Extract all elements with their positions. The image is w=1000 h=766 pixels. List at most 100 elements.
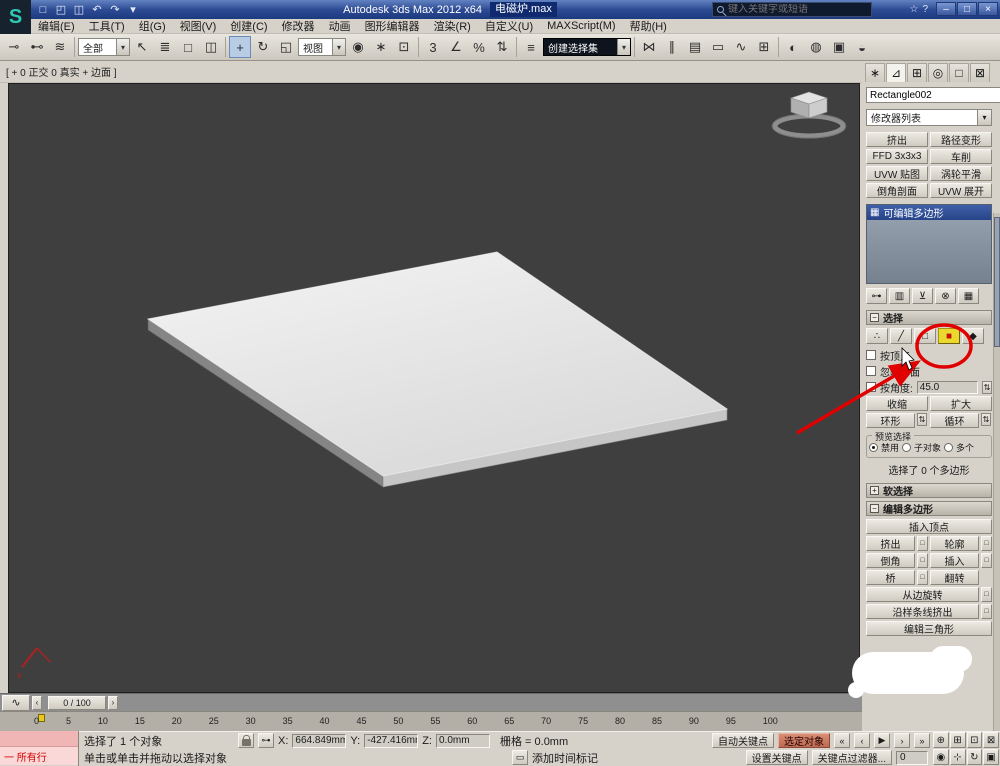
schematic-view-icon[interactable]: ⊞ [753, 36, 775, 58]
selection-region-icon[interactable]: □ [177, 36, 199, 58]
use-pivot-center-icon[interactable]: ◉ [347, 36, 369, 58]
shrink-button[interactable]: 收缩 [866, 396, 928, 411]
close-button[interactable]: × [978, 2, 998, 16]
rollout-edit-polygons-header[interactable]: − 编辑多边形 [866, 501, 992, 516]
previous-frame-icon[interactable]: ‹ [854, 733, 870, 748]
make-unique-icon[interactable]: ⊻ [912, 288, 933, 304]
tab-utilities-icon[interactable]: ⊠ [970, 63, 990, 82]
field-of-view-icon[interactable]: ◉ [933, 749, 949, 765]
by-angle-checkbox[interactable]: 按角度: 45.0 ⇅ [866, 380, 992, 394]
stack-item-editable-poly[interactable]: ▦ 可编辑多边形 [867, 205, 991, 220]
track-bar[interactable]: 0510152025303540455055606570758085909510… [0, 711, 862, 731]
render-setup-icon[interactable]: ◍ [805, 36, 827, 58]
set-key-button[interactable]: 设置关键点 [746, 750, 808, 765]
material-editor-icon[interactable]: ◐ [782, 36, 804, 58]
by-vertex-checkbox[interactable]: 按顶点 [866, 348, 992, 362]
minimize-button[interactable]: – [936, 2, 956, 16]
previous-frame-arrow-icon[interactable]: ‹ [32, 696, 42, 710]
modifier-list-dropdown[interactable]: 修改器列表 ▾ [866, 109, 992, 126]
maximize-viewport-icon[interactable]: ▣ [983, 749, 999, 765]
menu-item[interactable]: 动画 [322, 18, 358, 34]
modifier-set-button[interactable]: 路径变形 [930, 132, 992, 147]
command-panel-scrollbar[interactable] [993, 213, 1000, 731]
maximize-button[interactable]: □ [957, 2, 977, 16]
help-icon[interactable]: ? [922, 4, 928, 15]
hinge-from-edge-button[interactable]: 从边旋转 [866, 587, 979, 602]
y-coordinate-field[interactable]: -427.416mm [364, 734, 418, 748]
menu-item[interactable]: 图形编辑器 [358, 18, 427, 34]
zoom-icon[interactable]: ⊕ [933, 732, 949, 748]
viewport-label[interactable]: [ + 0 正交 0 真实 + 边面 ] [6, 64, 117, 79]
menu-item[interactable]: 组(G) [132, 18, 173, 34]
tab-create-icon[interactable]: ∗ [865, 63, 885, 82]
reference-coordinate-dropdown[interactable]: 视图 ▾ [298, 38, 346, 56]
select-object-icon[interactable]: ↖ [131, 36, 153, 58]
select-by-name-icon[interactable]: ≣ [154, 36, 176, 58]
menu-item[interactable]: MAXScript(M) [540, 20, 622, 32]
next-frame-icon[interactable]: › [894, 733, 910, 748]
tab-hierarchy-icon[interactable]: ⊞ [907, 63, 927, 82]
open-file-icon[interactable]: ◰ [54, 3, 68, 16]
menu-item[interactable]: 编辑(E) [31, 18, 82, 34]
angle-value-field[interactable]: 45.0 [917, 381, 978, 394]
menu-item[interactable]: 自定义(U) [478, 18, 540, 34]
mirror-icon[interactable]: ⋈ [638, 36, 660, 58]
current-frame-field[interactable]: 0 [896, 751, 928, 765]
scrollbar-thumb[interactable] [994, 217, 1000, 347]
chevron-down-icon[interactable]: ▾ [126, 3, 140, 16]
go-to-end-icon[interactable]: » [914, 733, 930, 748]
spinner-icon[interactable]: ⇅ [981, 413, 991, 426]
maxscript-mini-listener[interactable]: 一 所有行 [0, 731, 79, 766]
select-and-scale-icon[interactable]: ◱ [275, 36, 297, 58]
keyboard-override-icon[interactable]: ⊡ [393, 36, 415, 58]
save-file-icon[interactable]: ◫ [72, 3, 86, 16]
inset-button[interactable]: 插入 [930, 553, 979, 568]
menu-item[interactable]: 视图(V) [173, 18, 224, 34]
show-end-result-icon[interactable]: ▥ [889, 288, 910, 304]
modifier-set-button[interactable]: 挤出 [866, 132, 928, 147]
percent-snap-icon[interactable]: % [468, 36, 490, 58]
bridge-settings-button[interactable]: □ [917, 570, 928, 585]
listener-line[interactable]: 一 所有行 [0, 747, 78, 765]
modifier-set-button[interactable]: 涡轮平滑 [930, 166, 992, 181]
modifier-set-button[interactable]: FFD 3x3x3 [866, 149, 928, 164]
align-icon[interactable]: ∥ [661, 36, 683, 58]
absolute-offset-mode-icon[interactable]: ⊶ [258, 733, 274, 748]
spinner-icon[interactable]: ⇅ [917, 413, 927, 426]
bridge-button[interactable]: 桥 [866, 570, 915, 585]
edge-subobject-icon[interactable]: ╱ [890, 328, 912, 344]
selection-lock-icon[interactable] [238, 733, 254, 748]
ignore-backfacing-checkbox[interactable]: 忽略背面 [866, 364, 992, 378]
bevel-settings-button[interactable]: □ [917, 553, 928, 568]
mini-curve-editor-icon[interactable]: ∿ [2, 695, 30, 711]
select-and-link-icon[interactable]: ⊸ [3, 36, 25, 58]
radio-multiple[interactable] [944, 443, 953, 452]
tab-motion-icon[interactable]: ◎ [928, 63, 948, 82]
add-time-tag-label[interactable]: 添加时间标记 [532, 750, 598, 766]
z-coordinate-field[interactable]: 0.0mm [436, 734, 490, 748]
layer-manager-icon[interactable]: ▤ [684, 36, 706, 58]
extrude-button[interactable]: 挤出 [866, 536, 915, 551]
hinge-settings-button[interactable]: □ [981, 587, 992, 602]
modifier-set-button[interactable]: 车削 [930, 149, 992, 164]
infocenter-search[interactable] [712, 2, 872, 17]
selection-filter-dropdown[interactable]: 全部 ▾ [78, 38, 130, 56]
zoom-extents-icon[interactable]: ⊡ [967, 732, 983, 748]
pin-stack-icon[interactable]: ⊶ [866, 288, 887, 304]
play-icon[interactable]: ▶ [874, 733, 890, 748]
snaps-toggle-icon[interactable]: 3 [422, 36, 444, 58]
extrude-along-spline-button[interactable]: 沿样条线挤出 [866, 604, 979, 619]
modifier-set-button[interactable]: 倒角剖面 [866, 183, 928, 198]
pan-icon[interactable]: ⊹ [950, 749, 966, 765]
zoom-all-icon[interactable]: ⊞ [950, 732, 966, 748]
element-subobject-icon[interactable]: ◆ [962, 328, 984, 344]
configure-modifier-sets-icon[interactable]: ▦ [958, 288, 979, 304]
insert-vertex-button[interactable]: 插入顶点 [866, 519, 992, 534]
curve-editor-icon[interactable]: ∿ [730, 36, 752, 58]
radio-subobject[interactable] [902, 443, 911, 452]
spinner-icon[interactable]: ⇅ [982, 381, 992, 394]
time-slider-handle[interactable]: 0 / 100 [48, 696, 106, 710]
auto-key-button[interactable]: 自动关键点 [712, 733, 774, 748]
go-to-start-icon[interactable]: « [834, 733, 850, 748]
app-logo[interactable]: S [0, 0, 31, 34]
